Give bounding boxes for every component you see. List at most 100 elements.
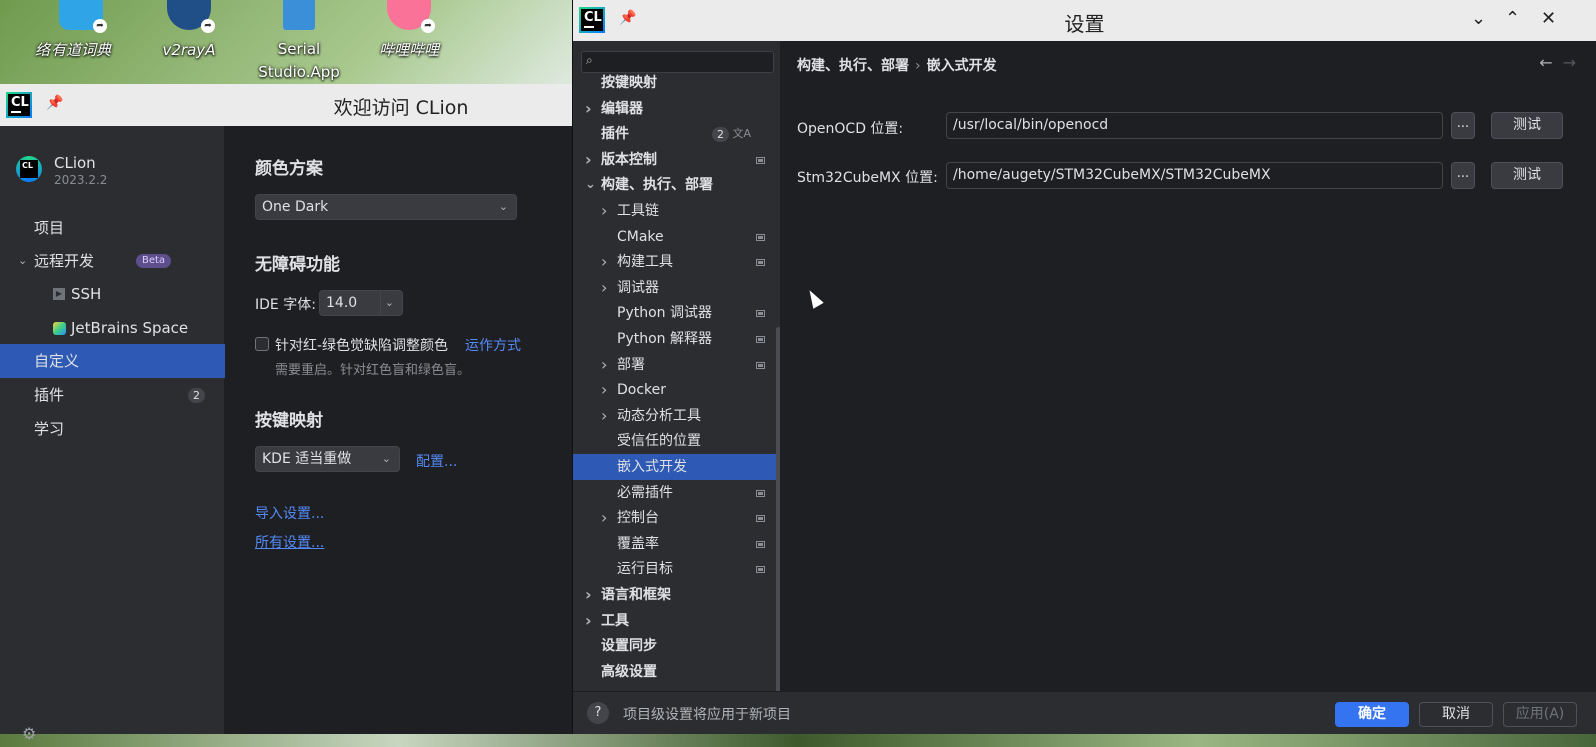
tree-item[interactable]: ⌄ 构建、执行、部署 xyxy=(573,172,773,198)
tree-item[interactable]: › 编辑器 xyxy=(573,96,773,122)
network-app-icon xyxy=(0,0,27,30)
tree-item[interactable]: 必需插件 xyxy=(573,480,773,506)
desktop-icon-youdao[interactable]: ➦ 有道词典 xyxy=(36,0,126,62)
apply-button[interactable]: 应用(A) xyxy=(1503,702,1577,727)
tree-item[interactable]: 受信任的位置 xyxy=(573,428,773,454)
how-it-works-link[interactable]: 运作方式 xyxy=(465,335,521,355)
chevron-right-icon[interactable]: › xyxy=(601,249,607,275)
tree-item[interactable]: 高级设置 xyxy=(573,659,773,685)
tree-item[interactable]: › 部署 xyxy=(573,352,773,378)
project-scope-icon xyxy=(756,310,765,318)
nav-item-learn[interactable]: 学习 xyxy=(0,412,225,446)
close-icon[interactable]: ✕ xyxy=(1541,8,1556,29)
color-adjust-label[interactable]: 针对红-绿色觉缺陷调整颜色 xyxy=(275,335,448,355)
clion-app-icon: CL xyxy=(16,156,42,182)
search-input[interactable] xyxy=(604,53,764,71)
stm32cubemx-path-field[interactable]: /home/augety/STM32CubeMX/STM32CubeMX xyxy=(946,162,1443,189)
settings-dialog: CL 📌 设置 ⌄ ⌃ ✕ ⌕ 按键映射 › 编辑器 插件 2 文A › 版本控制 ⌄ 构建、执行… xyxy=(572,0,1596,734)
embedded-dev-panel: 构建、执行、部署 › 嵌入式开发 ← → OpenOCD 位置: /usr/local… xyxy=(781,41,1596,691)
serial-studio-file-icon xyxy=(283,0,315,30)
breadcrumb-parent[interactable]: 构建、执行、部署 xyxy=(797,58,909,74)
maximize-icon[interactable]: ⌃ xyxy=(1505,8,1520,29)
tree-item-label: 工具 xyxy=(601,612,629,629)
import-settings-link[interactable]: 导入设置... xyxy=(255,503,324,523)
stm32cubemx-browse-button[interactable]: ... xyxy=(1451,162,1475,189)
tree-item[interactable]: › 调试器 xyxy=(573,275,773,301)
chevron-right-icon[interactable]: › xyxy=(585,608,592,634)
tree-item[interactable]: Python 调试器 xyxy=(573,300,773,326)
youdao-app-icon: ➦ xyxy=(59,0,107,33)
help-icon[interactable]: ? xyxy=(587,702,609,724)
chevron-right-icon[interactable]: › xyxy=(585,96,592,122)
cancel-button[interactable]: 取消 xyxy=(1419,702,1493,727)
desktop-icon-serial-studio[interactable]: Serial Studio.App xyxy=(254,0,344,84)
tree-item-label: Python 调试器 xyxy=(617,305,712,322)
keymap-dropdown[interactable]: KDE 适当重做 ⌄ xyxy=(255,446,400,472)
nav-item-customize[interactable]: 自定义 xyxy=(0,344,225,378)
tree-item[interactable]: CMake xyxy=(573,224,773,250)
minimize-icon[interactable]: ⌄ xyxy=(1471,8,1486,29)
tree-item[interactable]: › 工具 xyxy=(573,608,773,634)
tree-item[interactable]: › Docker xyxy=(573,377,773,403)
tree-item[interactable]: 运行目标 xyxy=(573,556,773,582)
tree-item[interactable]: › 动态分析工具 xyxy=(573,403,773,429)
openocd-test-button[interactable]: 测试 xyxy=(1491,112,1563,139)
nav-item-remote-dev[interactable]: ⌄ 远程开发 Beta xyxy=(0,244,225,278)
chevron-right-icon[interactable]: › xyxy=(601,275,607,301)
tree-item-label: 动态分析工具 xyxy=(617,407,701,424)
keymap-configure-link[interactable]: 配置... xyxy=(416,451,457,471)
tree-item[interactable]: › 版本控制 xyxy=(573,147,773,173)
tree-item[interactable]: 插件 2 文A xyxy=(573,121,773,147)
welcome-window-title: 欢迎访问 CLion xyxy=(333,97,469,119)
chevron-right-icon[interactable]: › xyxy=(585,582,592,608)
tree-item[interactable]: › 控制台 xyxy=(573,505,773,531)
tree-item[interactable]: › 构建工具 xyxy=(573,249,773,275)
tree-item[interactable]: › 语言和框架 xyxy=(573,582,773,608)
nav-item-jetbrains-space[interactable]: JetBrains Space xyxy=(0,311,225,345)
tree-item[interactable]: 按键映射 xyxy=(573,70,773,96)
chevron-right-icon[interactable]: › xyxy=(601,403,607,429)
nav-item-plugins[interactable]: 插件 2 xyxy=(0,378,225,412)
ide-font-size-combo[interactable]: 14.0 ⌄ xyxy=(319,290,403,316)
breadcrumb-current: 嵌入式开发 xyxy=(926,58,997,74)
color-scheme-dropdown[interactable]: One Dark ⌄ xyxy=(255,194,517,220)
project-scope-icon xyxy=(756,233,765,241)
desktop-icon-bilibili[interactable]: ➦ 哔哩哔哩 xyxy=(364,0,454,62)
tree-item[interactable]: 设置同步 xyxy=(573,633,773,659)
app-version: 2023.2.2 xyxy=(54,173,108,187)
project-scope-icon xyxy=(756,259,765,267)
project-scope-icon xyxy=(756,336,765,343)
openocd-path-field[interactable]: /usr/local/bin/openocd xyxy=(946,112,1443,139)
tree-item[interactable]: Python 解释器 xyxy=(573,326,773,352)
desktop-icon-v2raya[interactable]: ➦ v2rayA xyxy=(144,0,234,62)
color-adjust-checkbox[interactable] xyxy=(255,337,269,351)
chevron-right-icon[interactable]: › xyxy=(601,198,607,224)
chevron-down-icon[interactable]: ⌄ xyxy=(585,172,596,198)
settings-titlebar[interactable]: CL 📌 设置 ⌄ ⌃ ✕ xyxy=(573,0,1596,41)
stm32cubemx-test-button[interactable]: 测试 xyxy=(1491,162,1563,189)
ok-button[interactable]: 确定 xyxy=(1335,702,1409,727)
nav-item-projects[interactable]: 项目 xyxy=(0,211,225,245)
chevron-right-icon[interactable]: › xyxy=(601,377,607,403)
tree-item-label: 语言和框架 xyxy=(601,587,671,603)
openocd-browse-button[interactable]: ... xyxy=(1451,112,1475,139)
back-arrow-icon[interactable]: ← xyxy=(1539,53,1552,72)
openocd-label: OpenOCD 位置: xyxy=(797,121,904,137)
welcome-titlebar[interactable]: CL 📌 欢迎访问 CLion xyxy=(0,84,572,126)
tree-item[interactable]: 覆盖率 xyxy=(573,531,773,557)
chevron-right-icon[interactable]: › xyxy=(601,505,607,531)
tree-item-label: CMake xyxy=(617,228,664,245)
breadcrumb-separator: › xyxy=(915,58,921,74)
tree-item-label: 工具链 xyxy=(617,203,659,219)
chevron-right-icon[interactable]: › xyxy=(585,147,592,173)
tree-item[interactable]: › 工具链 xyxy=(573,198,773,224)
nav-item-ssh[interactable]: ▶ SSH xyxy=(0,277,225,311)
project-scope-icon xyxy=(756,361,765,369)
gear-icon[interactable]: ⚙ xyxy=(22,726,38,742)
chevron-down-icon: ⌄ xyxy=(379,291,394,315)
forward-arrow-icon[interactable]: → xyxy=(1563,53,1576,72)
translate-icon: 文A xyxy=(732,127,751,141)
tree-item[interactable]: 嵌入式开发 xyxy=(573,454,780,480)
chevron-right-icon[interactable]: › xyxy=(601,352,607,378)
all-settings-link[interactable]: 所有设置... xyxy=(255,532,324,552)
